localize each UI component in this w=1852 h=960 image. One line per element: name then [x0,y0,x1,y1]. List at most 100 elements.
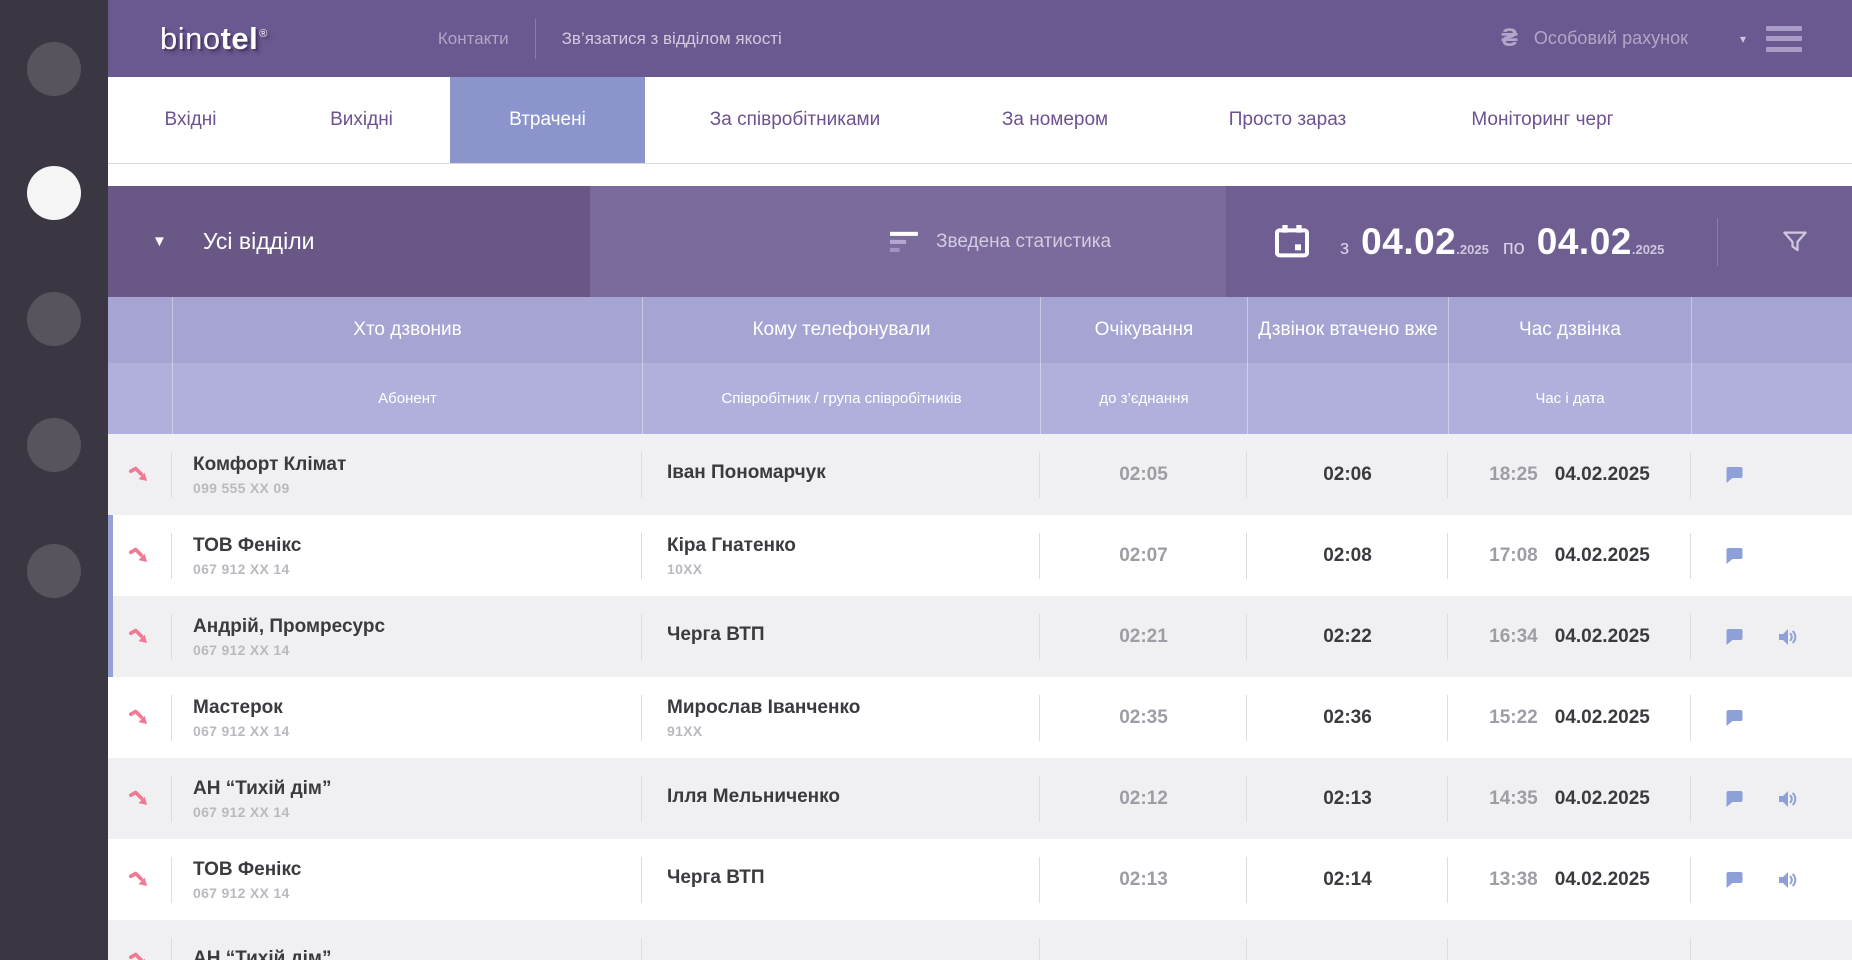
header-callee: Кому телефонували [642,297,1040,363]
lost-since-time: 02:14 [1247,839,1448,920]
call-date: 04.02.2025 [1555,626,1650,648]
dropdown-caret-icon[interactable]: ▼ [152,233,167,250]
date-to-value[interactable]: 04.02 [1537,221,1632,263]
waiting-time: 02:13 [1040,839,1247,920]
subheader-time-date: Час і дата [1448,363,1691,434]
table-row[interactable]: ТОВ Фенікс067 912 XX 14 Черга ВТП 02:13 … [108,839,1852,920]
sidebar-avatar-circle-active[interactable] [27,166,81,220]
filter-bar: ▼ Усі відділи Зведена статистика [108,186,1852,297]
caller-name: Мастерок [193,697,283,719]
tab-outgoing[interactable]: Вихідні [273,77,450,163]
waiting-time: 02:35 [1040,677,1247,758]
table-row[interactable]: Мастерок 067 912 XX 14 Мирослав Іванченко… [108,677,1852,758]
table-subheader-row: Абонент Співробітник / група співробітни… [108,363,1852,434]
caller-phone: 067 912 XX 14 [193,804,290,820]
tab-right-now[interactable]: Просто зараз [1165,77,1410,163]
chevron-down-icon[interactable]: ▾ [1740,32,1746,46]
callee-name: Черга ВТП [667,624,765,646]
logo-bold: tel [221,21,259,56]
stats-bars-icon[interactable] [890,229,920,255]
hamburger-menu-icon[interactable] [1766,26,1802,52]
sidebar-avatar-circle[interactable] [27,544,81,598]
table-row[interactable]: Комфорт Клімат099 555 XX 09 Іван Пономар… [108,434,1852,515]
sidebar-avatar-circle[interactable] [27,418,81,472]
subheader-subscriber: Абонент [172,363,642,434]
topbar-divider [535,19,536,59]
account-menu[interactable]: ₴ Особовий рахунок ▾ [1501,24,1802,53]
missed-call-icon [127,948,153,960]
comment-icon[interactable] [1721,625,1748,649]
tab-missed[interactable]: Втрачені [450,77,645,163]
header-icon-col [108,297,172,363]
comment-icon[interactable] [1721,544,1748,568]
waiting-time: 02:07 [1040,515,1247,596]
lost-since-time: 02:22 [1247,596,1448,677]
tab-incoming[interactable]: Вхідні [108,77,273,163]
missed-call-icon [127,705,153,731]
lost-since-time: 02:36 [1247,677,1448,758]
caller-name: АН “Тихій дім” [193,778,331,800]
call-time: 14:35 [1489,788,1538,810]
contacts-link[interactable]: Контакти [438,29,509,49]
top-bar: binotel® Контакти Зв’язатися з відділом … [108,0,1852,77]
callee-name: Іван Пономарчук [667,462,826,484]
caller-phone: 067 912 XX 14 [193,885,290,901]
missed-call-icon [127,786,153,812]
quality-dept-link[interactable]: Зв’язатися з відділом якості [562,29,782,49]
call-date: 04.02.2025 [1555,788,1650,810]
header-call-time: Час дзвінка [1448,297,1691,363]
calendar-icon[interactable] [1272,222,1312,262]
caller-phone: 067 912 XX 14 [193,561,290,577]
department-selector[interactable]: ▼ Усі відділи [108,186,590,297]
table-header-row: Хто дзвонив Кому телефонували Очікування… [108,297,1852,363]
call-time: 15:22 [1489,707,1538,729]
table-row[interactable]: АН “Тихій дім” [108,920,1852,960]
summary-stats-section: Зведена статистика [590,186,1226,297]
caller-phone: 067 912 XX 14 [193,642,290,658]
missed-calls-table: Комфорт Клімат099 555 XX 09 Іван Пономар… [108,434,1852,960]
tab-queue-monitoring[interactable]: Моніторинг черг [1410,77,1675,163]
missed-call-icon [127,624,153,650]
callee-extension: 91XX [667,723,702,739]
comment-icon[interactable] [1721,463,1748,487]
caller-name: Комфорт Клімат [193,454,346,476]
header-actions-col [1691,297,1852,363]
sidebar-avatar-circle[interactable] [27,42,81,96]
tab-by-number[interactable]: За номером [945,77,1165,163]
table-row[interactable]: ТОВ Фенікс067 912 XX 14 Кіра Гнатенко10X… [108,515,1852,596]
speaker-icon[interactable] [1775,868,1799,892]
caller-name: ТОВ Фенікс [193,535,301,557]
comment-icon[interactable] [1721,787,1748,811]
summary-stats-label[interactable]: Зведена статистика [936,231,1111,253]
currency-hryvnia-icon: ₴ [1501,24,1518,53]
caller-name: Андрій, Промресурс [193,616,385,638]
date-range-picker[interactable]: з 04.02 .2025 по 04.02 .2025 [1340,221,1664,263]
speaker-icon[interactable] [1775,787,1799,811]
date-from-year: .2025 [1456,242,1489,257]
account-label: Особовий рахунок [1534,28,1688,49]
call-date: 04.02.2025 [1555,464,1650,486]
comment-icon[interactable] [1721,868,1748,892]
logo-light: bino [160,21,221,56]
filter-funnel-icon[interactable] [1780,227,1810,257]
tab-by-employee[interactable]: За співробітниками [645,77,945,163]
waiting-time: 02:21 [1040,596,1247,677]
header-lost-since: Дзвінок втачено вже [1247,297,1448,363]
table-row[interactable]: Андрій, Промресурс 067 912 XX 14 Черга ВТ… [108,596,1852,677]
filterbar-divider [1717,218,1718,266]
table-row[interactable]: АН “Тихій дім”067 912 XX 14 Ілля Мельнич… [108,758,1852,839]
subheader-empty [1247,363,1448,434]
lost-since-time: 02:08 [1247,515,1448,596]
subheader-employee: Співробітник / група співробітників [642,363,1040,434]
call-time: 16:34 [1489,626,1538,648]
missed-call-icon [127,867,153,893]
callee-name: Мирослав Іванченко [667,697,860,719]
call-date: 04.02.2025 [1555,869,1650,891]
speaker-icon[interactable] [1775,625,1799,649]
date-from-value[interactable]: 04.02 [1361,221,1456,263]
lost-since-time: 02:06 [1247,434,1448,515]
comment-icon[interactable] [1721,706,1748,730]
department-label: Усі відділи [203,228,315,255]
sidebar-avatar-circle[interactable] [27,292,81,346]
caller-phone: 067 912 XX 14 [193,723,290,739]
